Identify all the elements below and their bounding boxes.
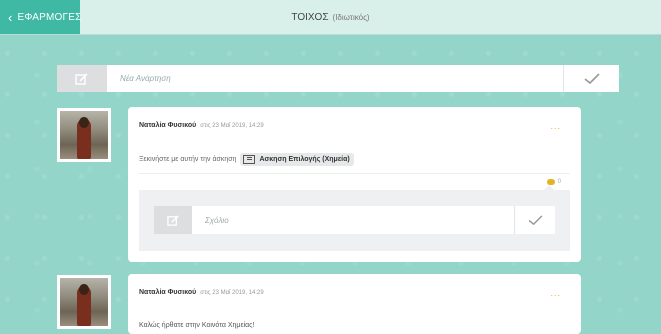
- exercise-icon: [243, 155, 256, 164]
- comment-input[interactable]: Σχόλιο: [192, 206, 514, 234]
- page-title: ΤΟΙΧΟΣ (Ιδιωτικός): [0, 0, 661, 34]
- post-text: Καλώς ήρθατε στην Κοινότα Χημείας!: [139, 322, 255, 329]
- avatar: [57, 275, 111, 329]
- comment-area-notch: [544, 185, 554, 190]
- new-post-input[interactable]: Νέα Ανάρτηση: [107, 65, 563, 92]
- page-title-text: ΤΟΙΧΟΣ: [291, 11, 329, 23]
- check-icon: [528, 214, 542, 225]
- post-author-name[interactable]: Ναταλία Φυσικού: [139, 122, 196, 129]
- comment-box: Σχόλιο: [154, 206, 555, 234]
- compose-comment-button[interactable]: [154, 206, 192, 234]
- comment-submit-button[interactable]: [514, 206, 555, 234]
- post-text-content: Ξεκινήστε με αυτήν την άσκηση: [139, 156, 237, 163]
- avatar-photo: [60, 111, 108, 159]
- post-text: Ξεκινήστε με αυτήν την άσκηση Ασκηση Επι…: [139, 153, 354, 166]
- more-options-icon[interactable]: ...: [550, 288, 561, 298]
- post-card: Ναταλία Φυσικού στις 23 Μαΐ 2019, 14:29 .…: [128, 274, 581, 334]
- new-post-bar: Νέα Ανάρτηση: [57, 65, 619, 92]
- post-text-content: Καλώς ήρθατε στην Κοινότα Χημείας!: [139, 322, 255, 329]
- divider: [139, 173, 570, 174]
- page-subtitle: (Ιδιωτικός): [332, 12, 370, 22]
- attachment-chip[interactable]: Ασκηση Επιλογής (Χημεία): [240, 153, 354, 166]
- compose-icon: [75, 72, 88, 85]
- post-date: στις 23 Μαΐ 2019, 14:29: [200, 123, 264, 129]
- compose-button[interactable]: [57, 65, 107, 92]
- top-bar: ‹ ΕΦΑΡΜΟΓΕΣ ΤΟΙΧΟΣ (Ιδιωτικός): [0, 0, 661, 35]
- post-card: Ναταλία Φυσικού στις 23 Μαΐ 2019, 14:29 .…: [128, 107, 581, 262]
- post-author: Ναταλία Φυσικού στις 23 Μαΐ 2019, 14:29: [139, 289, 264, 296]
- compose-icon: [166, 214, 179, 226]
- more-options-icon[interactable]: ...: [550, 121, 561, 131]
- post-date: στις 23 Μαΐ 2019, 14:29: [200, 290, 264, 296]
- post-author-name[interactable]: Ναταλία Φυσικού: [139, 289, 196, 296]
- avatar: [57, 108, 111, 162]
- post-author: Ναταλία Φυσικού στις 23 Μαΐ 2019, 14:29: [139, 122, 264, 129]
- check-icon: [584, 72, 600, 84]
- avatar-photo: [60, 278, 108, 326]
- comment-area: Σχόλιο: [139, 185, 570, 251]
- attachment-label: Ασκηση Επιλογής (Χημεία): [259, 156, 350, 163]
- new-post-submit-button[interactable]: [563, 65, 619, 92]
- comment-count: 0: [557, 179, 561, 185]
